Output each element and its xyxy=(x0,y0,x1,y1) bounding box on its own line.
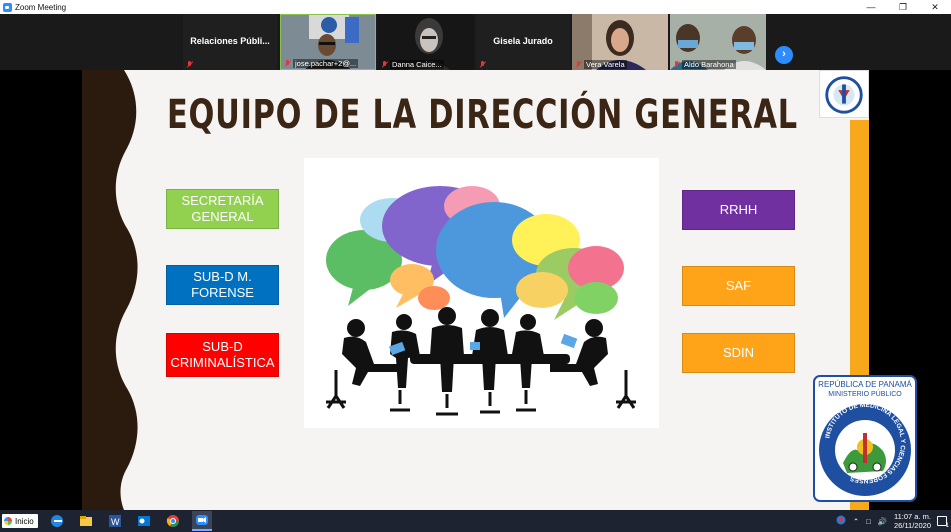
seal-ministry: MINISTERIO PÚBLICO xyxy=(828,389,902,398)
edge-icon[interactable] xyxy=(47,511,67,531)
mic-muted-icon xyxy=(284,60,291,67)
participant-strip: Relaciones Públi... jose.pachar+2@... Da… xyxy=(0,14,951,70)
box-line: SECRETARÍA xyxy=(181,193,264,208)
outlook-icon[interactable] xyxy=(134,511,154,531)
shared-slide: EQUIPO DE LA DIRECCIÓN GENERAL SECRETARÍ… xyxy=(82,70,869,510)
participant-tile[interactable]: Vera Varela xyxy=(572,14,668,70)
slide-title: EQUIPO DE LA DIRECCIÓN GENERAL xyxy=(167,92,798,138)
mic-muted-icon xyxy=(575,61,582,68)
participant-name: Aldo Barahona xyxy=(682,60,736,69)
app-tray-icon[interactable] xyxy=(836,515,846,527)
title-bar: Zoom Meeting — ❐ ✕ xyxy=(0,0,951,14)
box-line: GENERAL xyxy=(191,209,254,224)
box-label: SAF xyxy=(725,278,752,293)
box-rrhh: RRHH xyxy=(682,190,795,230)
zoom-taskbar-icon[interactable] xyxy=(191,511,212,531)
participant-tile[interactable]: Danna Caice... xyxy=(378,14,474,70)
windows-taskbar: Inicio W ⌃ □ 🔊 11:07 a. m. 26/11/2020 1 xyxy=(0,510,951,532)
start-label: Inicio xyxy=(15,516,34,526)
word-icon[interactable]: W xyxy=(105,511,125,531)
participant-name: jose.pachar+2@... xyxy=(293,59,359,68)
clock[interactable]: 11:07 a. m. 26/11/2020 xyxy=(894,512,931,530)
participant-name: Relaciones Públi... xyxy=(190,36,270,46)
meeting-illustration xyxy=(304,158,659,428)
participant-tile[interactable]: Gisela Jurado xyxy=(476,14,570,70)
volume-icon[interactable]: 🔊 xyxy=(878,517,887,526)
participant-tile[interactable]: Relaciones Públi... xyxy=(183,14,277,70)
mic-muted-icon xyxy=(673,61,680,68)
box-sub-d-forense: SUB-D M. FORENSE xyxy=(166,265,279,305)
participant-tile[interactable]: jose.pachar+2@... xyxy=(280,14,376,70)
box-label: SDIN xyxy=(722,345,755,360)
box-sdin: SDIN xyxy=(682,333,795,373)
file-explorer-icon[interactable] xyxy=(76,511,96,531)
participant-name: Gisela Jurado xyxy=(493,36,553,46)
mic-muted-icon xyxy=(479,61,486,68)
minimize-icon[interactable]: — xyxy=(855,2,887,12)
zoom-window: Zoom Meeting — ❐ ✕ Relaciones Públi... j… xyxy=(0,0,951,532)
box-line: CRIMINALÍSTICA xyxy=(170,355,275,370)
system-tray: ⌃ □ 🔊 11:07 a. m. 26/11/2020 xyxy=(836,510,949,532)
box-sub-d-criminalistica: SUB-D CRIMINALÍSTICA xyxy=(166,333,279,377)
box-line: SUB-D M. xyxy=(193,269,252,284)
box-label: RRHH xyxy=(719,202,758,217)
network-icon[interactable]: □ xyxy=(866,517,871,526)
clock-time: 11:07 a. m. xyxy=(894,512,931,521)
windows-logo-icon xyxy=(4,517,12,525)
participant-tile[interactable]: Aldo Barahona xyxy=(670,14,766,70)
window-title: Zoom Meeting xyxy=(15,2,67,12)
mic-muted-icon xyxy=(186,61,193,68)
mic-muted-icon xyxy=(381,61,388,68)
box-line: FORENSE xyxy=(191,285,254,300)
box-secretaria-general: SECRETARÍA GENERAL xyxy=(166,189,279,229)
box-saf: SAF xyxy=(682,266,795,306)
imelcf-seal: REPÚBLICA DE PANAMÁ MINISTERIO PÚBLICO I… xyxy=(813,375,917,502)
chevron-up-icon[interactable]: ⌃ xyxy=(853,517,859,526)
zoom-logo-icon xyxy=(3,2,12,12)
next-page-button[interactable]: › xyxy=(775,46,793,64)
box-line: SUB-D xyxy=(202,339,243,354)
participant-name: Vera Varela xyxy=(584,60,627,69)
slide-wave-decoration xyxy=(82,70,138,510)
close-icon[interactable]: ✕ xyxy=(919,2,951,13)
restore-icon[interactable]: ❐ xyxy=(887,2,919,13)
clock-date: 26/11/2020 xyxy=(894,521,931,530)
ministry-logo-small xyxy=(819,70,869,118)
start-button[interactable]: Inicio xyxy=(2,514,38,528)
participant-name: Danna Caice... xyxy=(390,60,444,69)
svg-text:W: W xyxy=(111,517,120,527)
chrome-icon[interactable] xyxy=(163,511,183,531)
notification-icon[interactable] xyxy=(937,516,949,529)
seal-country: REPÚBLICA DE PANAMÁ xyxy=(818,380,912,389)
